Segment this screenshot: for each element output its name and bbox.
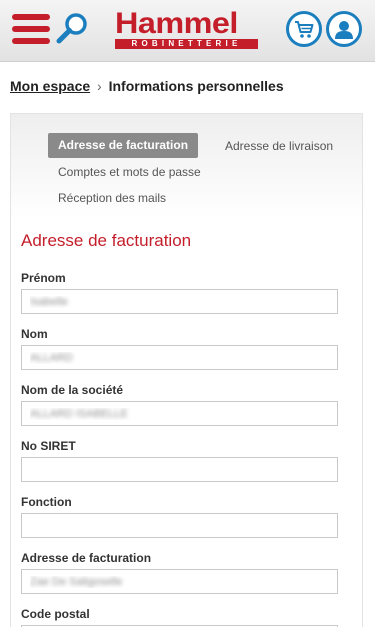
breadcrumb-separator: › [97, 78, 102, 94]
billing-address-label: Adresse de facturation [21, 551, 152, 565]
breadcrumb-current: Informations personnelles [108, 78, 284, 94]
siret-field[interactable] [21, 457, 338, 482]
account-nav: Adresse de facturation Adresse de livrai… [11, 114, 362, 219]
siret-label: No SIRET [21, 439, 76, 453]
search-icon[interactable] [54, 11, 90, 47]
tab-delivery-address[interactable]: Adresse de livraison [225, 139, 333, 153]
cart-icon [295, 21, 314, 38]
menu-bar [12, 26, 50, 32]
app-header: Hammel ROBINETTERIE [0, 0, 375, 62]
breadcrumb-home-link[interactable]: Mon espace [10, 78, 90, 94]
tab-billing-address[interactable]: Adresse de facturation [48, 133, 199, 158]
account-button[interactable] [326, 11, 362, 47]
cart-button[interactable] [286, 11, 322, 47]
logo-wordmark: Hammel [115, 7, 238, 40]
first-name-label: Prénom [21, 271, 66, 285]
tab-mail-reception[interactable]: Réception des mails [58, 191, 166, 205]
form-title: Adresse de facturation [21, 231, 192, 250]
brand-logo[interactable]: Hammel ROBINETTERIE [115, 9, 261, 50]
breadcrumb: Mon espace › Informations personnelles [10, 78, 284, 94]
last-name-field[interactable] [21, 345, 338, 370]
job-title-label: Fonction [21, 495, 72, 509]
menu-bar [12, 14, 50, 20]
user-icon [335, 21, 353, 39]
company-name-field[interactable] [21, 401, 338, 426]
logo-tagline: ROBINETTERIE [115, 39, 258, 49]
personal-info-panel: Adresse de facturation Adresse de livrai… [10, 113, 363, 627]
tab-accounts-passwords[interactable]: Comptes et mots de passe [58, 165, 201, 179]
company-name-label: Nom de la société [21, 383, 124, 397]
postal-code-label: Code postal [21, 607, 90, 621]
billing-address-field[interactable] [21, 569, 338, 594]
first-name-field[interactable] [21, 289, 338, 314]
hamburger-menu-icon[interactable] [12, 14, 52, 44]
menu-bar [12, 38, 50, 44]
job-title-field[interactable] [21, 513, 338, 538]
last-name-label: Nom [21, 327, 48, 341]
